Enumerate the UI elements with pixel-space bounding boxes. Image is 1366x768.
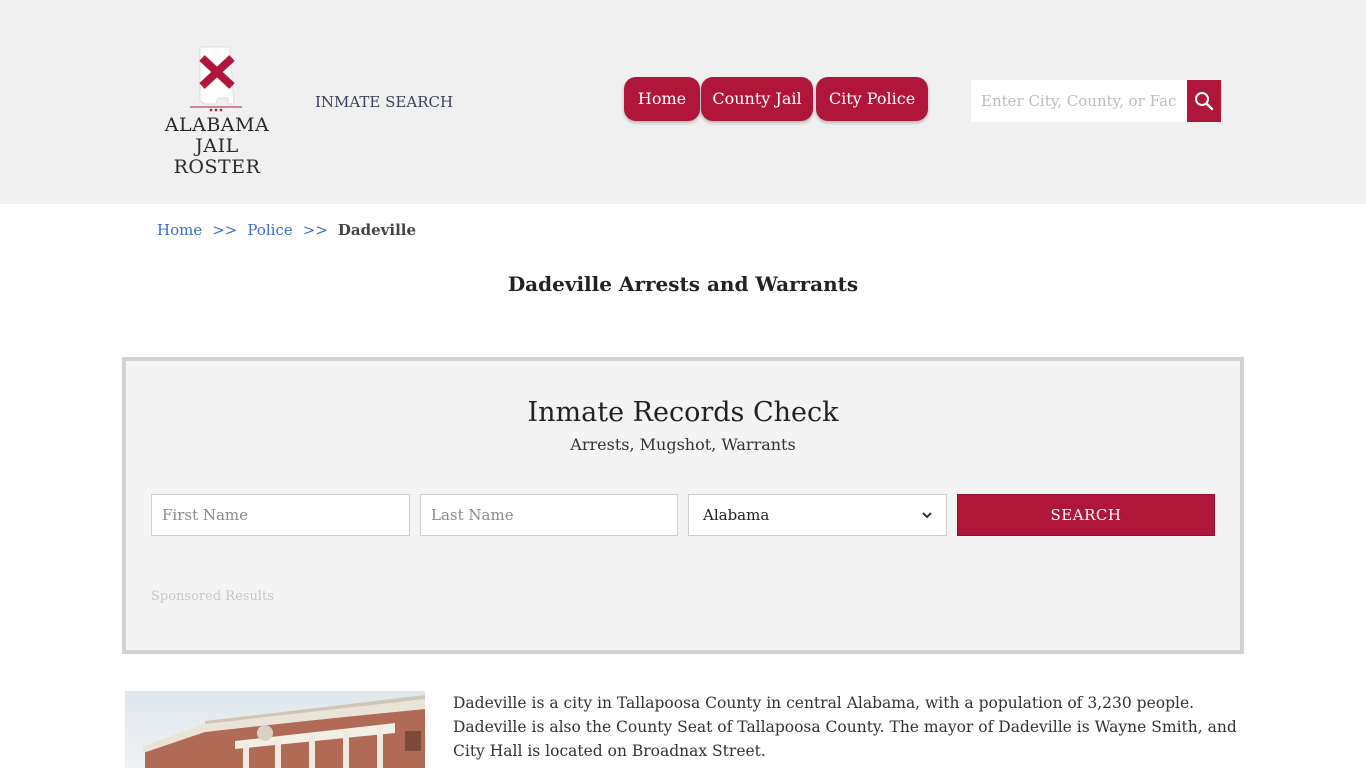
breadcrumb-police[interactable]: Police [247, 221, 292, 239]
site-logo[interactable]: ALABAMA JAIL ROSTER [150, 44, 284, 178]
chevron-down-icon [922, 511, 932, 518]
city-description: Dadeville is a city in Tallapoosa County… [453, 694, 1237, 760]
logo-line-2: JAIL ROSTER [173, 135, 261, 178]
site-header: ALABAMA JAIL ROSTER INMATE SEARCH Home C… [0, 0, 1366, 204]
nav-home[interactable]: Home [624, 77, 700, 121]
logo-line-1: ALABAMA [164, 114, 270, 136]
first-name-input[interactable] [151, 494, 410, 536]
sponsored-results-label: Sponsored Results [151, 589, 274, 604]
records-subtitle: Arrests, Mugshot, Warrants [570, 435, 796, 454]
facility-search-button[interactable] [1187, 80, 1221, 122]
breadcrumb-separator: >> [302, 221, 328, 239]
facility-search-input[interactable] [971, 80, 1187, 122]
state-selected-value: Alabama [703, 506, 770, 524]
nav-city-police[interactable]: City Police [816, 77, 928, 121]
page-title: Dadeville Arrests and Warrants [507, 272, 859, 296]
breadcrumb-separator: >> [212, 221, 238, 239]
last-name-input[interactable] [420, 494, 678, 536]
alabama-flag-logo-icon [190, 46, 242, 112]
search-button[interactable]: SEARCH [957, 494, 1215, 536]
breadcrumb-home[interactable]: Home [157, 221, 202, 239]
nav-county-jail[interactable]: County Jail [701, 77, 813, 121]
breadcrumb-current: Dadeville [337, 221, 417, 239]
magnifier-icon [1195, 92, 1214, 111]
courthouse-image [125, 691, 425, 768]
inmate-search-link[interactable]: INMATE SEARCH [315, 93, 453, 111]
inmate-records-form: Inmate Records Check Arrests, Mugshot, W… [122, 357, 1244, 654]
records-title: Inmate Records Check [527, 397, 839, 428]
state-select[interactable]: Alabama [688, 494, 947, 536]
breadcrumb: Home >> Police >> Dadeville [157, 221, 416, 239]
